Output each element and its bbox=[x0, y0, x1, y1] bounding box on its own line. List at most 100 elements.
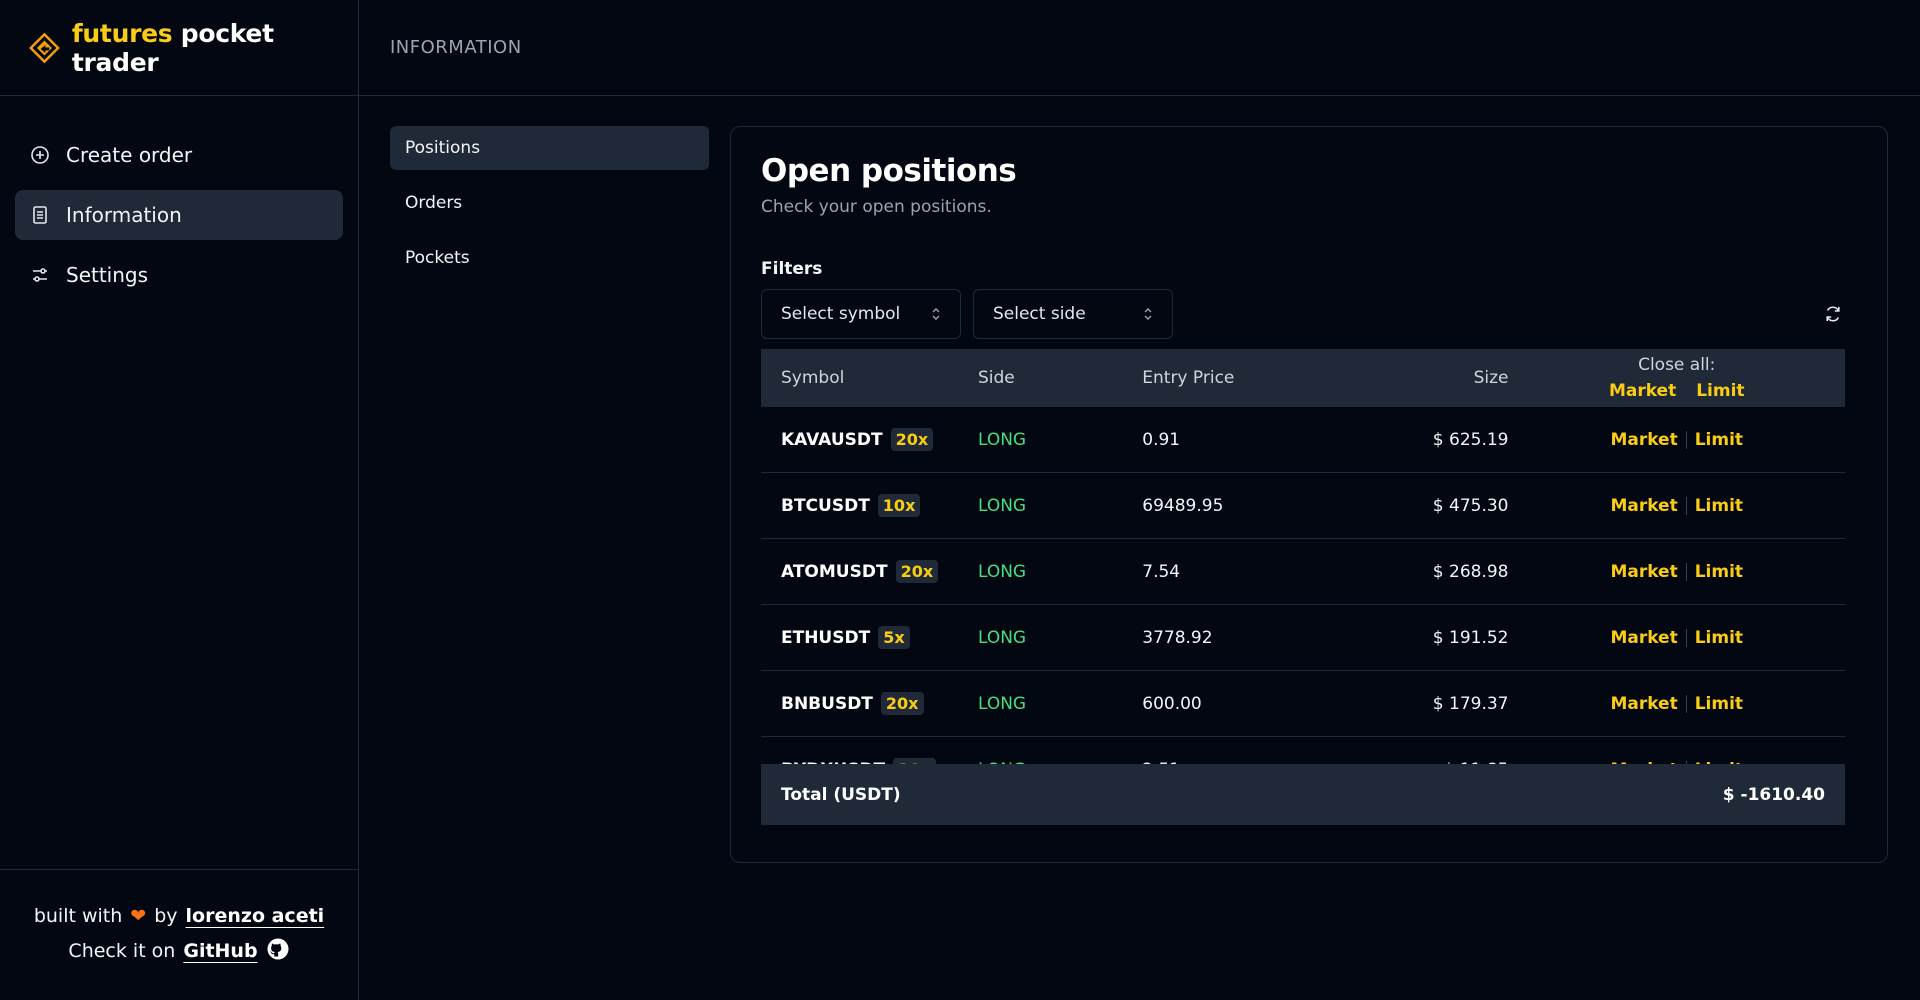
leverage-badge: 5x bbox=[878, 626, 910, 649]
divider bbox=[1685, 562, 1687, 581]
table-row: BNBUSDT 20x LONG 600.00 $ 179.37 Market … bbox=[761, 671, 1845, 737]
github-link[interactable]: GitHub bbox=[183, 940, 257, 962]
nav-item-label: Create order bbox=[66, 143, 193, 167]
content: Positions Orders Pockets Open positions … bbox=[359, 96, 1920, 863]
tab-pockets[interactable]: Pockets bbox=[390, 236, 709, 280]
author-link[interactable]: lorenzo aceti bbox=[186, 905, 325, 927]
row-close-actions: Market Limit bbox=[1610, 694, 1743, 714]
cell-close-actions: Market Limit bbox=[1508, 496, 1845, 516]
header-close-all: Close all: Market Limit bbox=[1508, 355, 1845, 401]
cell-symbol: ATOMUSDT 20x bbox=[761, 560, 978, 583]
symbol-select[interactable]: Select symbol bbox=[761, 289, 961, 339]
close-market-button[interactable]: Market bbox=[1610, 430, 1677, 450]
table-row: DYDXUSDT 20x LONG 2.51 $ 11.85 Market Li… bbox=[761, 737, 1845, 764]
cell-side: LONG bbox=[978, 760, 1142, 765]
filters-row: Select symbol Select side bbox=[761, 289, 1857, 339]
cell-close-actions: Market Limit bbox=[1508, 562, 1845, 582]
header-symbol: Symbol bbox=[781, 368, 845, 388]
close-limit-button[interactable]: Limit bbox=[1695, 496, 1743, 516]
divider bbox=[1685, 760, 1687, 764]
github-line: Check it on GitHub bbox=[68, 937, 289, 966]
close-limit-button[interactable]: Limit bbox=[1695, 430, 1743, 450]
cell-symbol: DYDXUSDT 20x bbox=[761, 758, 978, 764]
sub-nav: Positions Orders Pockets bbox=[390, 126, 709, 863]
table-header: Symbol Side Entry Price Size Close all: … bbox=[761, 349, 1845, 407]
brand[interactable]: futures pocket trader bbox=[0, 0, 358, 96]
nav-item-label: Information bbox=[66, 203, 182, 227]
close-market-button[interactable]: Market bbox=[1610, 562, 1677, 582]
divider bbox=[1685, 430, 1687, 449]
symbol-select-value: Select symbol bbox=[781, 304, 901, 324]
cell-size: $ 475.30 bbox=[1432, 495, 1509, 516]
cell-entry-price: 69489.95 bbox=[1142, 495, 1224, 516]
github-icon[interactable] bbox=[266, 937, 290, 966]
table-row: KAVAUSDT 20x LONG 0.91 $ 625.19 Market L… bbox=[761, 407, 1845, 473]
cell-size: $ 268.98 bbox=[1432, 561, 1509, 582]
close-limit-button[interactable]: Limit bbox=[1695, 760, 1743, 765]
logo-icon bbox=[29, 32, 60, 63]
close-limit-button[interactable]: Limit bbox=[1695, 694, 1743, 714]
credits-line: built with ❤ by lorenzo aceti bbox=[34, 905, 324, 927]
close-all-label: Close all: bbox=[1638, 355, 1716, 375]
row-close-actions: Market Limit bbox=[1610, 628, 1743, 648]
app-root: futures pocket trader Create order Infor… bbox=[0, 0, 1920, 1000]
cell-side: LONG bbox=[977, 561, 1027, 582]
symbol-name: BTCUSDT bbox=[781, 495, 870, 516]
side-select[interactable]: Select side bbox=[973, 289, 1173, 339]
table-body[interactable]: KAVAUSDT 20x LONG 0.91 $ 625.19 Market L… bbox=[761, 407, 1845, 764]
close-market-button[interactable]: Market bbox=[1610, 496, 1677, 516]
symbol-name: KAVAUSDT bbox=[781, 429, 883, 450]
row-close-actions: Market Limit bbox=[1610, 496, 1743, 516]
divider bbox=[1685, 628, 1687, 647]
cell-entry-price: 600.00 bbox=[1142, 693, 1202, 714]
cell-close-actions: Market Limit bbox=[1508, 628, 1845, 648]
table-footer: Total (USDT) $ -1610.40 bbox=[761, 764, 1845, 825]
leverage-badge: 20x bbox=[880, 692, 924, 715]
divider bbox=[1685, 496, 1687, 515]
cell-size: $ 191.52 bbox=[1432, 627, 1509, 648]
symbol-group: BNBUSDT 20x bbox=[781, 692, 978, 715]
cell-side: LONG bbox=[977, 495, 1027, 516]
table-row: ATOMUSDT 20x LONG 7.54 $ 268.98 Market L… bbox=[761, 539, 1845, 605]
cell-close-actions: Market Limit bbox=[1508, 430, 1845, 450]
close-limit-button[interactable]: Limit bbox=[1695, 628, 1743, 648]
cell-close-actions: Market Limit bbox=[1508, 760, 1845, 765]
cell-side: LONG bbox=[977, 693, 1027, 714]
nav-item-information[interactable]: Information bbox=[15, 190, 343, 240]
main-nav: Create order Information Settings bbox=[0, 96, 358, 869]
close-market-button[interactable]: Market bbox=[1610, 694, 1677, 714]
cell-size: $ 625.19 bbox=[1432, 429, 1509, 450]
check-text: Check it on bbox=[68, 940, 176, 962]
divider bbox=[1685, 694, 1687, 713]
cell-entry-price: 7.54 bbox=[1142, 561, 1181, 582]
close-market-button[interactable]: Market bbox=[1610, 760, 1677, 765]
close-limit-button[interactable]: Limit bbox=[1695, 562, 1743, 582]
sliders-icon bbox=[30, 265, 50, 285]
leverage-badge: 20x bbox=[895, 560, 939, 583]
main-area: INFORMATION Positions Orders Pockets Ope… bbox=[359, 0, 1920, 1000]
header-side: Side bbox=[977, 368, 1015, 388]
row-close-actions: Market Limit bbox=[1610, 430, 1743, 450]
header-size: Size bbox=[1473, 368, 1509, 388]
cell-symbol: ETHUSDT 5x bbox=[761, 626, 978, 649]
sidebar-footer: built with ❤ by lorenzo aceti Check it o… bbox=[0, 869, 358, 1000]
total-label: Total (USDT) bbox=[781, 784, 901, 805]
heart-icon: ❤ bbox=[130, 904, 147, 927]
close-all-limit-button[interactable]: Limit bbox=[1696, 381, 1744, 401]
nav-item-create-order[interactable]: Create order bbox=[15, 130, 343, 180]
tab-positions[interactable]: Positions bbox=[390, 126, 709, 170]
cell-symbol: BNBUSDT 20x bbox=[761, 692, 978, 715]
leverage-badge: 10x bbox=[877, 494, 921, 517]
cell-size: $ 11.85 bbox=[1365, 760, 1509, 765]
filters-label: Filters bbox=[761, 259, 823, 279]
header-entry-price: Entry Price bbox=[1142, 368, 1235, 388]
cell-entry-price: 0.91 bbox=[1142, 429, 1181, 450]
close-market-button[interactable]: Market bbox=[1610, 628, 1677, 648]
close-all-market-button[interactable]: Market bbox=[1609, 381, 1676, 401]
card-title: Open positions bbox=[761, 153, 1017, 189]
tab-orders[interactable]: Orders bbox=[390, 181, 709, 225]
refresh-icon[interactable] bbox=[1821, 302, 1845, 326]
symbol-group: BTCUSDT 10x bbox=[781, 494, 978, 517]
nav-item-settings[interactable]: Settings bbox=[15, 250, 343, 300]
symbol-name: ETHUSDT bbox=[781, 627, 871, 648]
